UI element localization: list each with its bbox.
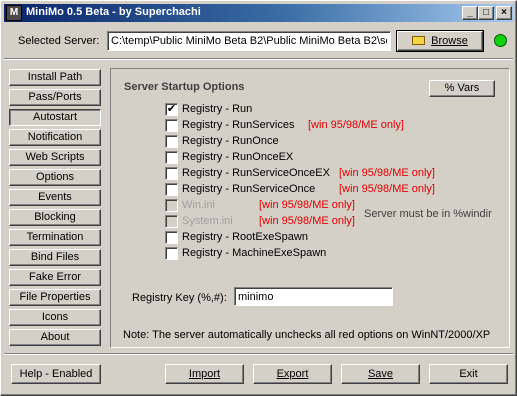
- sidebar-item-web-scripts[interactable]: Web Scripts: [9, 149, 101, 166]
- sidebar-item-pass-ports[interactable]: Pass/Ports: [9, 89, 101, 106]
- sidebar-item-about[interactable]: About: [9, 329, 101, 346]
- title-bar[interactable]: M MiniMo 0.5 Beta - by Superchachi _ □ ×: [4, 4, 514, 22]
- registry-key-input[interactable]: minimo: [234, 287, 393, 306]
- sidebar-item-termination[interactable]: Termination: [9, 229, 101, 246]
- sidebar-item-notification[interactable]: Notification: [9, 129, 101, 146]
- import-label: Import: [188, 368, 221, 380]
- startup-option-label: Registry - RunOnce: [182, 135, 279, 147]
- checkbox: [165, 199, 178, 212]
- bottom-divider: [4, 353, 513, 355]
- checkbox[interactable]: [165, 247, 178, 260]
- sidebar-item-file-properties[interactable]: File Properties: [9, 289, 101, 306]
- registry-key-label: Registry Key (%,#):: [132, 292, 227, 304]
- registry-key-value: minimo: [238, 291, 274, 303]
- selected-server-label: Selected Server:: [18, 35, 100, 47]
- close-button[interactable]: ×: [496, 6, 512, 20]
- startup-option-label: Registry - RunOnceEX: [182, 151, 294, 163]
- win9x-only-note: [win 95/98/ME only]: [259, 215, 355, 227]
- startup-option-label: System.ini: [182, 215, 233, 227]
- sidebar-item-autostart[interactable]: Autostart: [9, 109, 101, 126]
- checkbox[interactable]: [165, 119, 178, 132]
- startup-option-label: Registry - Run: [182, 103, 253, 115]
- startup-option-label: Registry - RunServiceOnceEX: [182, 167, 330, 179]
- top-divider: [4, 58, 513, 60]
- save-label: Save: [367, 368, 394, 380]
- win9x-only-note: [win 95/98/ME only]: [308, 119, 404, 131]
- windir-note: Server must be in %windir: [364, 208, 492, 220]
- panel-title: Server Startup Options: [124, 81, 245, 93]
- checked-checkbox[interactable]: ✔: [165, 103, 178, 116]
- startup-option-label: Registry - RunServices: [182, 119, 295, 131]
- startup-option-label: Win.ini: [182, 199, 216, 211]
- export-label: Export: [276, 368, 309, 380]
- sidebar-item-install-path[interactable]: Install Path: [9, 69, 101, 86]
- sidebar-item-blocking[interactable]: Blocking: [9, 209, 101, 226]
- sidebar-item-fake-error[interactable]: Fake Error: [9, 269, 101, 286]
- folder-icon: [412, 36, 426, 45]
- help-toggle-button[interactable]: Help - Enabled: [11, 364, 101, 384]
- red-options-note: Note: The server automatically unchecks …: [123, 329, 491, 341]
- exit-button[interactable]: Exit: [429, 364, 508, 384]
- browse-label: Browse: [431, 35, 468, 47]
- win9x-only-note: [win 95/98/ME only]: [339, 183, 435, 195]
- minimize-button[interactable]: _: [462, 6, 478, 20]
- export-button[interactable]: Export: [253, 364, 332, 384]
- browse-button[interactable]: Browse: [396, 30, 484, 52]
- server-path-field[interactable]: C:\temp\Public MiniMo Beta B2\Public Min…: [107, 31, 391, 51]
- checkbox[interactable]: [165, 231, 178, 244]
- checkbox[interactable]: [165, 167, 178, 180]
- sidebar-item-events[interactable]: Events: [9, 189, 101, 206]
- win9x-only-note: [win 95/98/ME only]: [259, 199, 355, 211]
- sidebar-item-bind-files[interactable]: Bind Files: [9, 249, 101, 266]
- sidebar-item-options[interactable]: Options: [9, 169, 101, 186]
- checkbox[interactable]: [165, 135, 178, 148]
- checkbox[interactable]: [165, 183, 178, 196]
- window-title: MiniMo 0.5 Beta - by Superchachi: [26, 6, 201, 18]
- import-button[interactable]: Import: [165, 364, 244, 384]
- startup-option-label: Registry - MachineExeSpawn: [182, 247, 327, 259]
- vars-button[interactable]: % Vars: [429, 80, 495, 97]
- server-status-indicator: [494, 34, 507, 47]
- startup-option-label: Registry - RunServiceOnce: [182, 183, 316, 195]
- save-button[interactable]: Save: [341, 364, 420, 384]
- maximize-button[interactable]: □: [478, 6, 494, 20]
- main-window: M MiniMo 0.5 Beta - by Superchachi _ □ ×…: [0, 0, 517, 396]
- checkbox: [165, 215, 178, 228]
- startup-option-label: Registry - RootExeSpawn: [182, 231, 308, 243]
- server-path-value: C:\temp\Public MiniMo Beta B2\Public Min…: [111, 35, 387, 47]
- app-icon: M: [6, 5, 22, 21]
- checkbox[interactable]: [165, 151, 178, 164]
- win9x-only-note: [win 95/98/ME only]: [339, 167, 435, 179]
- sidebar-item-icons[interactable]: Icons: [9, 309, 101, 326]
